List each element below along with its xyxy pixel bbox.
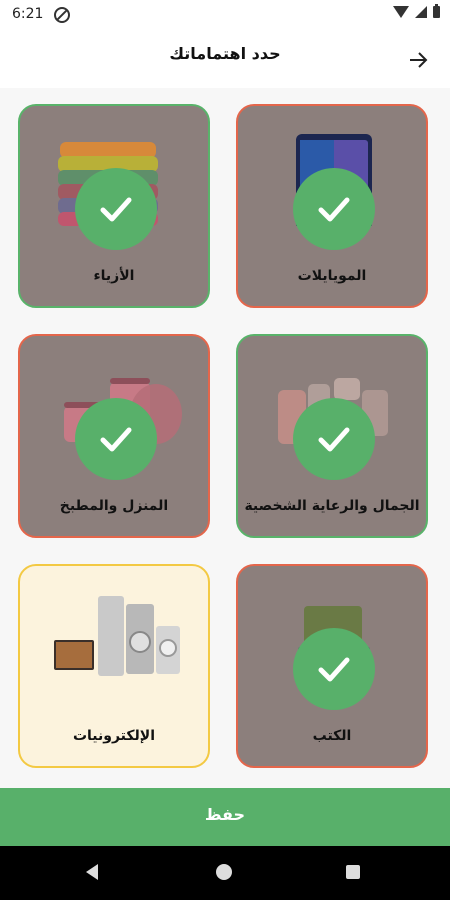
nav-home-icon[interactable] <box>216 864 232 880</box>
category-label: الكتب <box>312 728 352 744</box>
system-navigation-bar <box>0 846 450 900</box>
app-bar: حدد اهتماماتك <box>0 32 450 88</box>
arrow-right-icon <box>410 52 428 68</box>
check-icon <box>293 628 375 710</box>
check-icon <box>293 168 375 250</box>
category-card-electronics[interactable]: الإلكترونيات <box>18 564 210 768</box>
nav-recents-icon[interactable] <box>346 865 360 879</box>
electronics-image <box>54 596 180 676</box>
check-icon <box>293 398 375 480</box>
check-icon <box>75 168 157 250</box>
back-button[interactable] <box>404 46 432 74</box>
categories-grid: المويايلات الأزياء الجمال والرعاية الشخص… <box>0 88 450 788</box>
nav-back-icon[interactable] <box>86 864 98 880</box>
category-card-beauty[interactable]: الجمال والرعاية الشخصية <box>236 334 428 538</box>
category-label: الجمال والرعاية الشخصية <box>244 498 420 514</box>
category-card-books[interactable]: الكتب <box>236 564 428 768</box>
category-card-home-kitchen[interactable]: المنزل والمطبخ <box>18 334 210 538</box>
category-label: الإلكترونيات <box>72 728 156 744</box>
wifi-icon <box>393 6 409 18</box>
do-not-disturb-icon <box>54 7 70 23</box>
status-bar: 6:21 <box>0 0 450 32</box>
check-icon <box>75 398 157 480</box>
category-label: المنزل والمطبخ <box>59 498 169 514</box>
category-label: الأزياء <box>93 268 135 284</box>
battery-icon <box>433 4 440 18</box>
category-card-fashion[interactable]: الأزياء <box>18 104 210 308</box>
signal-icon <box>415 6 427 18</box>
page-title: حدد اهتماماتك <box>169 44 281 63</box>
category-label: المويايلات <box>297 268 367 284</box>
system-icons <box>393 4 440 18</box>
save-button-label: حفظ <box>204 805 246 824</box>
status-time: 6:21 <box>12 6 44 22</box>
category-card-mobiles[interactable]: المويايلات <box>236 104 428 308</box>
save-button[interactable]: حفظ <box>0 788 450 846</box>
